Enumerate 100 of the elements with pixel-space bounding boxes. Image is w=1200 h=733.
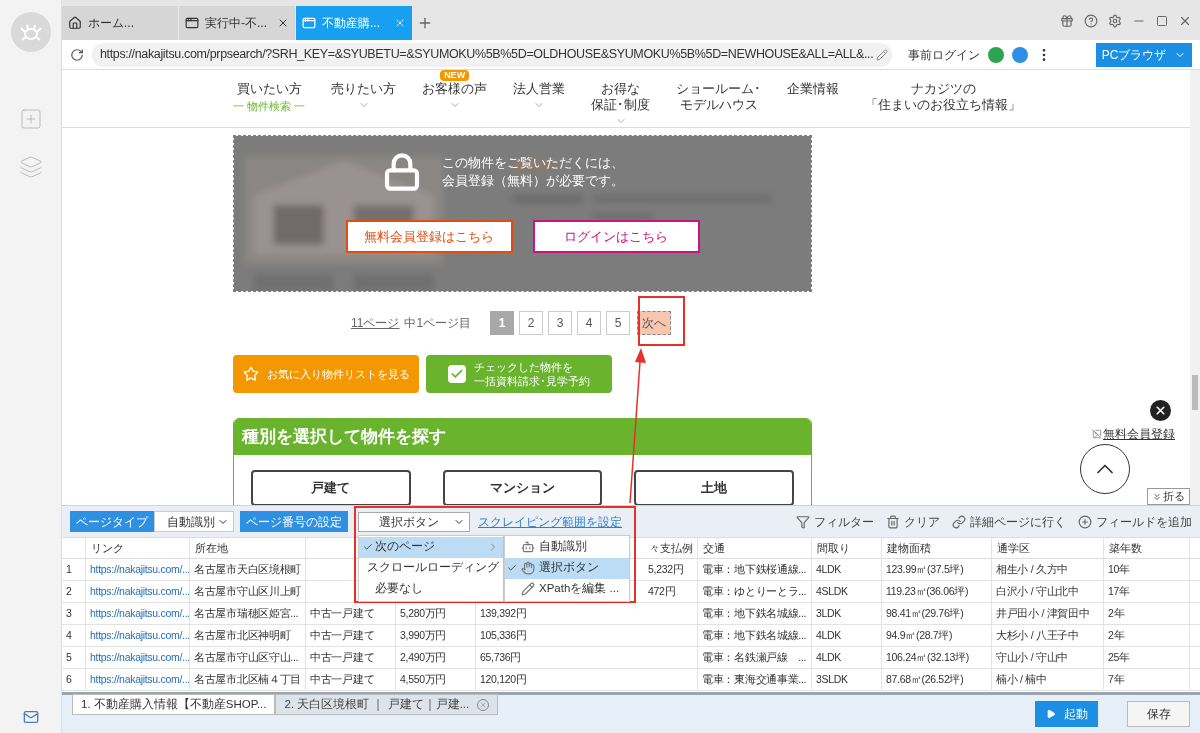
field-label: ページ番号の設定 bbox=[240, 511, 348, 532]
scroll-top-button[interactable] bbox=[1080, 444, 1130, 494]
link-cell[interactable]: https://nakajitsu.com/... bbox=[90, 627, 189, 644]
page-button[interactable]: 5 bbox=[606, 311, 631, 335]
page-button[interactable]: 4 bbox=[577, 311, 602, 335]
column-header[interactable]: 交通 bbox=[703, 539, 725, 557]
toolbar-action[interactable]: フィルター bbox=[814, 512, 874, 531]
table-cell-text: 17年 bbox=[1108, 583, 1130, 599]
task-tab[interactable]: 1. 不動産購入情報【不動産SHOP... bbox=[72, 694, 276, 715]
login-button[interactable]: ログインはこちら bbox=[532, 220, 700, 253]
table-cell-text: 98.41㎡(29.76坪) bbox=[886, 605, 964, 621]
table-cell-text: 3 bbox=[66, 605, 72, 621]
nav-item[interactable]: 売りたい方 bbox=[331, 74, 397, 111]
nav-item[interactable]: 企業情報 bbox=[787, 74, 840, 97]
table-cell-text: 2年 bbox=[1108, 627, 1125, 643]
fold-button[interactable]: 折る bbox=[1147, 488, 1190, 505]
link-cell[interactable]: https://nakajitsu.com/... bbox=[90, 649, 189, 666]
task-tab[interactable]: 2. 天白区境根町 ｜ 戸建て｜戸建... bbox=[275, 694, 499, 715]
table-cell-text: 2 bbox=[66, 583, 72, 599]
table-cell-text: 電車：地下鉄名城線... bbox=[702, 627, 807, 643]
banner-alt-link[interactable]: 無料会員登録 bbox=[1103, 425, 1175, 443]
link-cell[interactable]: https://nakajitsu.com/... bbox=[90, 561, 189, 578]
table-cell-text: 楠小 / 楠中 bbox=[996, 671, 1047, 687]
next-page-button[interactable]: 次へ bbox=[637, 311, 672, 335]
maximize-icon[interactable] bbox=[1156, 15, 1168, 27]
table-cell-text: 名古屋市天白区境根町 bbox=[194, 561, 301, 577]
menu-item[interactable]: 次のページ bbox=[359, 536, 503, 558]
scrollbar[interactable] bbox=[1190, 70, 1200, 505]
table-cell-text: 中古一戸建て bbox=[310, 649, 375, 665]
column-header[interactable]: リンク bbox=[91, 539, 124, 557]
table-cell-text: 電車：ゆとりーとラ... bbox=[702, 583, 807, 599]
table-cell-text: 119.23㎡(36.06坪) bbox=[886, 583, 969, 599]
settings-icon[interactable] bbox=[1108, 14, 1122, 28]
mail-icon[interactable] bbox=[22, 709, 39, 725]
browser-tab[interactable]: ホーム... bbox=[62, 6, 178, 40]
column-header[interactable]: 築年数 bbox=[1109, 539, 1142, 557]
window-icon bbox=[302, 16, 316, 30]
extension-icon[interactable] bbox=[1012, 46, 1028, 63]
pencil-icon bbox=[521, 582, 535, 596]
page-button[interactable]: 3 bbox=[548, 311, 573, 335]
menu-item[interactable]: 選択ボタン bbox=[505, 557, 629, 579]
nav-item[interactable]: 買いたい方 一 物件検索 一 bbox=[233, 74, 306, 114]
page-summary: 中1ページ目 bbox=[404, 315, 472, 332]
column-header[interactable]: 建物面積 bbox=[887, 539, 931, 557]
table-cell-text: 電車：東海交通事業... bbox=[702, 671, 807, 687]
link-cell[interactable]: https://nakajitsu.com/... bbox=[90, 583, 189, 600]
table-cell-text: 472円 bbox=[648, 583, 676, 599]
toolbar-action[interactable]: 詳細ページに行く bbox=[970, 512, 1066, 531]
table-cell-text: 5 bbox=[66, 649, 72, 665]
url-field[interactable]: https://nakajitsu.com/prpsearch/?SRH_KEY=&SYUBETU=&SYUMOKU%5B%5D=OLDHOUSE&SYUMOKU%5B%5D=NEWHOUSE&ALL=ALL&... bbox=[92, 42, 892, 67]
table-cell-text: 87.68㎡(26.52坪) bbox=[886, 671, 964, 687]
login-label[interactable]: 事前ログイン bbox=[908, 45, 980, 64]
nav-item[interactable]: 法人営業 bbox=[513, 74, 566, 111]
table-cell-text: 94.9㎡(28.7坪) bbox=[886, 627, 953, 643]
check-icon bbox=[363, 542, 373, 552]
browser-tab[interactable]: 実行中-不... bbox=[179, 6, 295, 40]
page-type-select[interactable]: 自動識別 bbox=[154, 511, 234, 532]
field-label: ページタイプ bbox=[70, 511, 154, 532]
new-tab-icon[interactable] bbox=[417, 15, 433, 31]
add-icon bbox=[1078, 514, 1092, 529]
highlight-frame bbox=[638, 296, 685, 346]
menu-item[interactable]: スクロールローディング bbox=[359, 557, 503, 579]
toolbar-action[interactable]: フィールドを追加 bbox=[1096, 512, 1192, 531]
toolbar-action[interactable]: クリア bbox=[904, 512, 940, 531]
edit-icon[interactable] bbox=[876, 48, 888, 61]
page-count-link[interactable]: 11ページ bbox=[351, 314, 400, 332]
table-cell-text: 電車：地下鉄桜通線... bbox=[702, 561, 807, 577]
help-icon[interactable] bbox=[1084, 14, 1098, 28]
nav-item[interactable]: お得な 保証･制度 bbox=[591, 74, 651, 127]
play-icon bbox=[1045, 709, 1056, 719]
page-button[interactable]: 2 bbox=[519, 311, 544, 335]
scraping-range-link[interactable]: スクレイピング範囲を設定 bbox=[478, 512, 622, 531]
close-button[interactable] bbox=[1150, 400, 1171, 421]
table-cell-text: 相生小 / 久方中 bbox=[996, 561, 1069, 577]
close-icon[interactable] bbox=[277, 17, 289, 29]
column-header[interactable]: 間取り bbox=[817, 539, 850, 557]
table-cell-text: 中古一戸建て bbox=[310, 605, 375, 621]
table-cell-text: 3SLDK bbox=[816, 671, 848, 687]
column-header[interactable]: 通学区 bbox=[997, 539, 1030, 557]
extension-icon[interactable] bbox=[988, 46, 1004, 63]
column-header[interactable]: 所在地 bbox=[195, 539, 228, 557]
section-header: 種別を選択して物件を探す bbox=[234, 419, 811, 455]
link-cell[interactable]: https://nakajitsu.com/... bbox=[90, 605, 189, 622]
nav-item[interactable]: ナカジツの 「住まいのお役立ち情報」 bbox=[865, 74, 1022, 113]
table-cell-text: 名古屋市北区神明町 bbox=[194, 627, 291, 643]
column-header[interactable]: 々支払例 bbox=[649, 539, 693, 557]
table-cell-text: 名古屋市瑞穂区姫宮... bbox=[194, 605, 299, 621]
menu-item[interactable]: 自動識別 bbox=[505, 536, 629, 558]
page-number-select[interactable]: 選択ボタン bbox=[358, 511, 470, 532]
broken-image-icon bbox=[1092, 429, 1102, 439]
table-cell-text: 4LDK bbox=[816, 649, 842, 665]
nav-item[interactable]: ショールーム･ モデルハウス bbox=[676, 74, 762, 113]
gift-icon[interactable] bbox=[1060, 14, 1074, 28]
close-icon[interactable] bbox=[1178, 14, 1192, 28]
menu-item[interactable]: XPathを編集 ... bbox=[505, 578, 629, 600]
reload-icon[interactable] bbox=[70, 47, 84, 62]
link-cell[interactable]: https://nakajitsu.com/... bbox=[90, 671, 189, 688]
menu-item[interactable]: 必要なし bbox=[359, 578, 503, 600]
save-button[interactable]: 保存 bbox=[1127, 701, 1190, 727]
register-button[interactable]: 無料会員登録はこちら bbox=[345, 220, 513, 253]
